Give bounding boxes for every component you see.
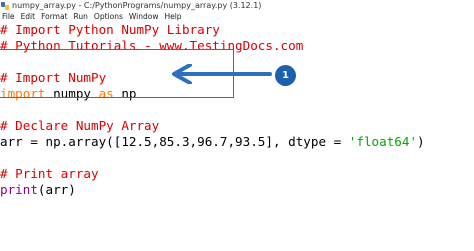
callout-number-badge: 1 xyxy=(275,65,296,86)
code-token-comment: # Import Python NumPy Library xyxy=(0,22,220,37)
title-bar: numpy_array.py - C:/PythonPrograms/numpy… xyxy=(0,0,474,11)
menu-run[interactable]: Run xyxy=(71,11,91,22)
code-token-plain: arr = np.array([12.5,85.3,96.7,93.5], dt… xyxy=(0,134,349,149)
code-line: # Print array xyxy=(0,166,99,182)
code-token-plain: ) xyxy=(417,134,425,149)
menu-format[interactable]: Format xyxy=(38,11,70,22)
menu-window[interactable]: Window xyxy=(126,11,162,22)
callout-arrow-icon xyxy=(172,64,272,84)
menu-bar: File Edit Format Run Options Window Help xyxy=(0,11,474,22)
code-token-plain: (arr) xyxy=(37,182,76,197)
code-line: # Import Python NumPy Library xyxy=(0,22,220,38)
code-line: arr = np.array([12.5,85.3,96.7,93.5], dt… xyxy=(0,134,425,150)
menu-options[interactable]: Options xyxy=(91,11,126,22)
code-line: print(arr) xyxy=(0,182,76,198)
window-title: numpy_array.py - C:/PythonPrograms/numpy… xyxy=(12,1,262,10)
menu-help[interactable]: Help xyxy=(161,11,184,22)
menu-file[interactable]: File xyxy=(0,11,18,22)
code-token-builtin: print xyxy=(0,182,38,197)
code-token-string: 'float64' xyxy=(348,134,418,149)
menu-edit[interactable]: Edit xyxy=(18,11,39,22)
python-logo-icon xyxy=(1,1,9,10)
code-token-comment: # Print array xyxy=(0,166,99,181)
code-line: # Declare NumPy Array xyxy=(0,118,159,134)
code-token-comment: # Declare NumPy Array xyxy=(0,118,160,133)
